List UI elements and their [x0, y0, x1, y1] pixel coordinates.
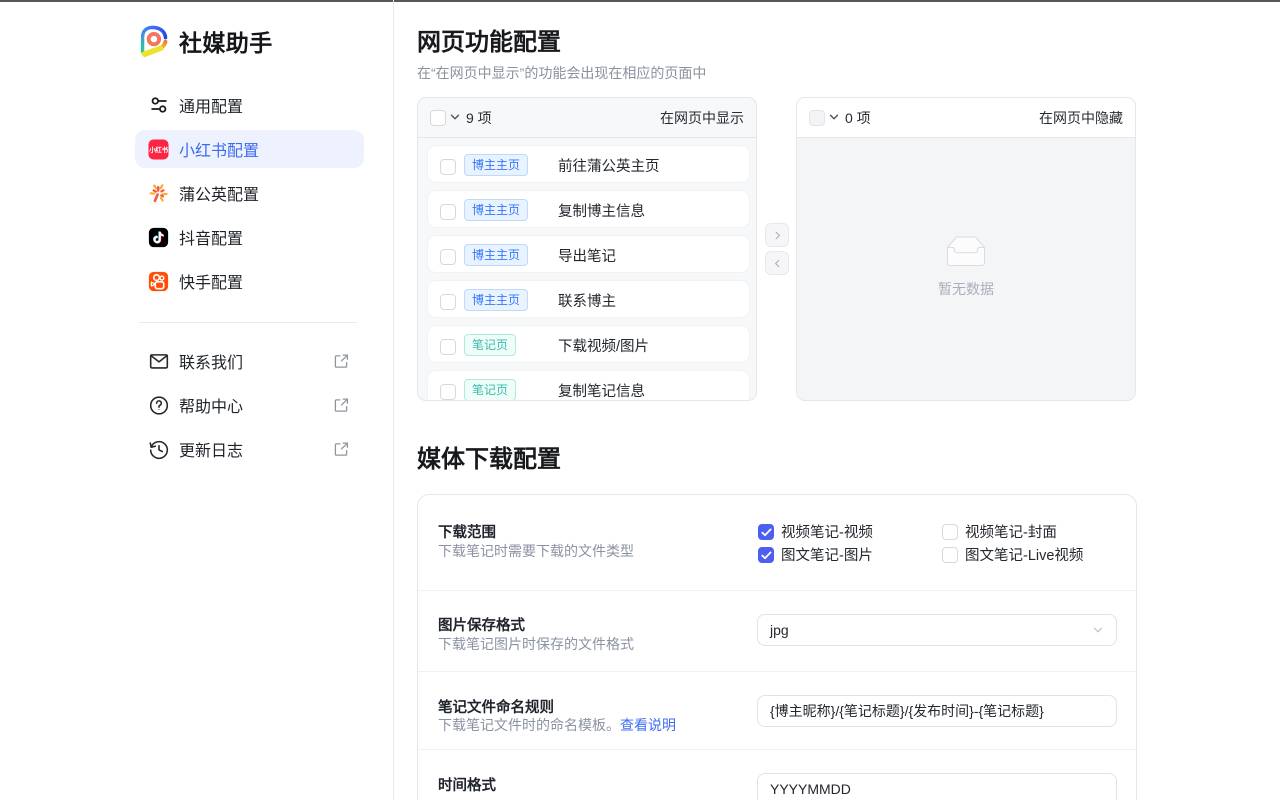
- svg-text:小红书: 小红书: [149, 145, 168, 154]
